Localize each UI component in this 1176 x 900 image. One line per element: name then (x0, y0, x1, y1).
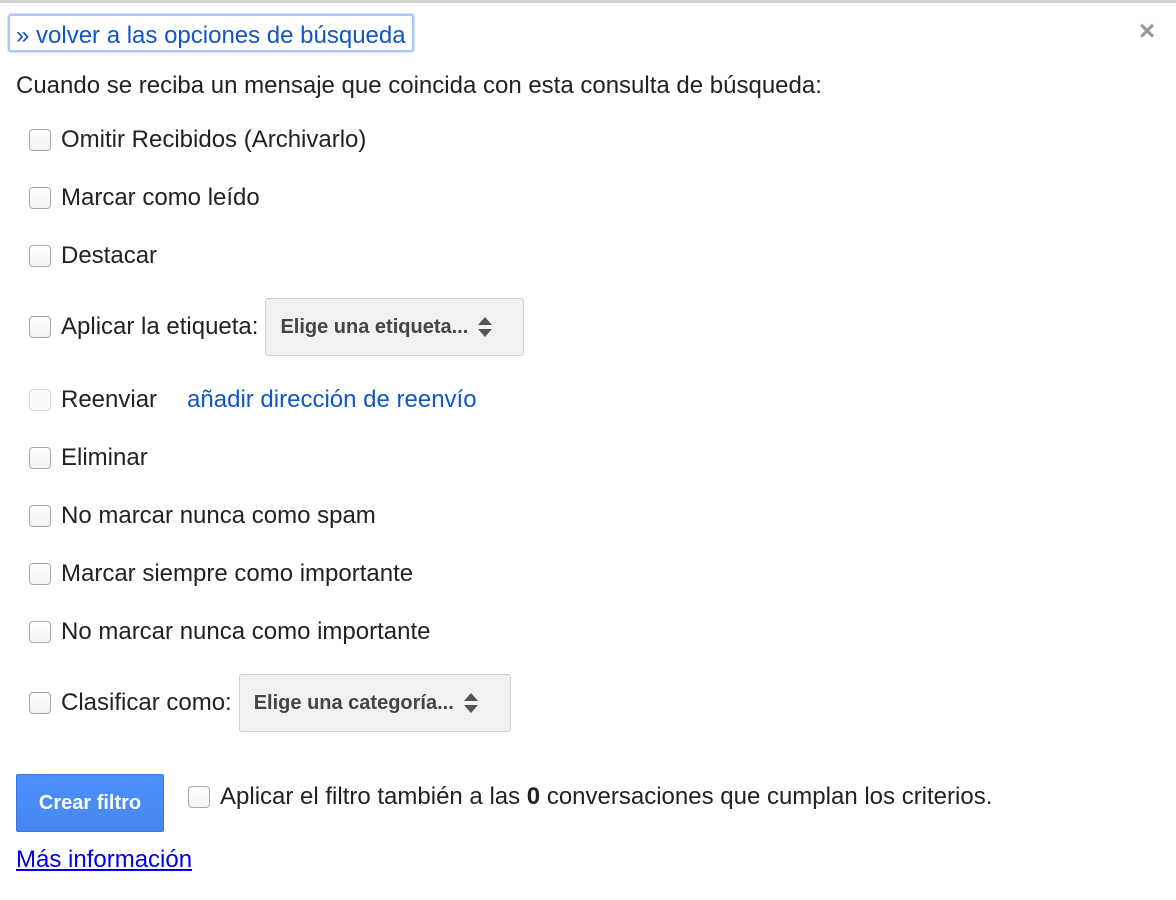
label-select-value: Elige una etiqueta... (280, 315, 469, 338)
never-important-checkbox[interactable] (29, 621, 51, 643)
apply-to-existing-row: Aplicar el filtro también a las 0 conver… (188, 777, 992, 817)
action-row-skip-inbox: Omitir Recibidos (Archivarlo) (29, 120, 366, 160)
apply-prefix-text: Aplicar el filtro también a las (220, 783, 527, 810)
select-arrows-icon (478, 316, 493, 338)
select-arrows-icon (463, 692, 478, 714)
top-divider (0, 0, 1176, 3)
matching-count: 0 (526, 783, 541, 810)
apply-label-label: Aplicar la etiqueta: (61, 313, 259, 340)
forward-label: Reenviar (61, 386, 158, 413)
action-row-star: Destacar (29, 236, 157, 276)
forward-checkbox (29, 389, 51, 411)
delete-checkbox[interactable] (29, 447, 51, 469)
category-select[interactable]: Elige una categoría... (238, 674, 511, 732)
action-row-forward: Reenviar añadir dirección de reenvío (29, 380, 477, 420)
mark-read-checkbox[interactable] (29, 187, 51, 209)
skip-inbox-checkbox[interactable] (29, 129, 51, 151)
apply-to-existing-label: Aplicar el filtro también a las 0 conver… (220, 783, 992, 811)
action-row-never-important: No marcar nunca como importante (29, 612, 431, 652)
star-checkbox[interactable] (29, 245, 51, 267)
apply-label-checkbox[interactable] (29, 316, 51, 338)
never-spam-label: No marcar nunca como spam (61, 502, 376, 529)
star-label: Destacar (61, 242, 158, 269)
skip-inbox-label: Omitir Recibidos (Archivarlo) (61, 126, 367, 153)
delete-label: Eliminar (61, 444, 148, 471)
always-important-checkbox[interactable] (29, 563, 51, 585)
category-select-value: Elige una categoría... (253, 691, 454, 714)
create-filter-button[interactable]: Crear filtro (16, 774, 164, 832)
close-icon[interactable]: × (1134, 16, 1160, 46)
action-row-delete: Eliminar (29, 438, 148, 478)
filter-intro-text: Cuando se reciba un mensaje que coincida… (16, 72, 822, 99)
categorize-checkbox[interactable] (29, 692, 51, 714)
always-important-label: Marcar siempre como importante (61, 560, 414, 587)
apply-to-existing-checkbox[interactable] (188, 786, 210, 808)
never-spam-checkbox[interactable] (29, 505, 51, 527)
action-row-never-spam: No marcar nunca como spam (29, 496, 376, 536)
categorize-label: Clasificar como: (61, 689, 232, 716)
more-info-link[interactable]: Más información (16, 846, 192, 874)
action-row-always-important: Marcar siempre como importante (29, 554, 413, 594)
back-to-search-options-link[interactable]: » volver a las opciones de búsqueda (8, 14, 414, 52)
add-forwarding-address-link[interactable]: añadir dirección de reenvío (187, 386, 477, 414)
apply-suffix-text: conversaciones que cumplan los criterios… (540, 783, 993, 810)
action-row-mark-read: Marcar como leído (29, 178, 260, 218)
mark-read-label: Marcar como leído (61, 184, 260, 211)
action-row-categorize: Clasificar como: Elige una categoría... (29, 674, 511, 732)
action-row-apply-label: Aplicar la etiqueta: Elige una etiqueta.… (29, 298, 525, 356)
never-important-label: No marcar nunca como importante (61, 618, 431, 645)
label-select[interactable]: Elige una etiqueta... (265, 298, 525, 356)
